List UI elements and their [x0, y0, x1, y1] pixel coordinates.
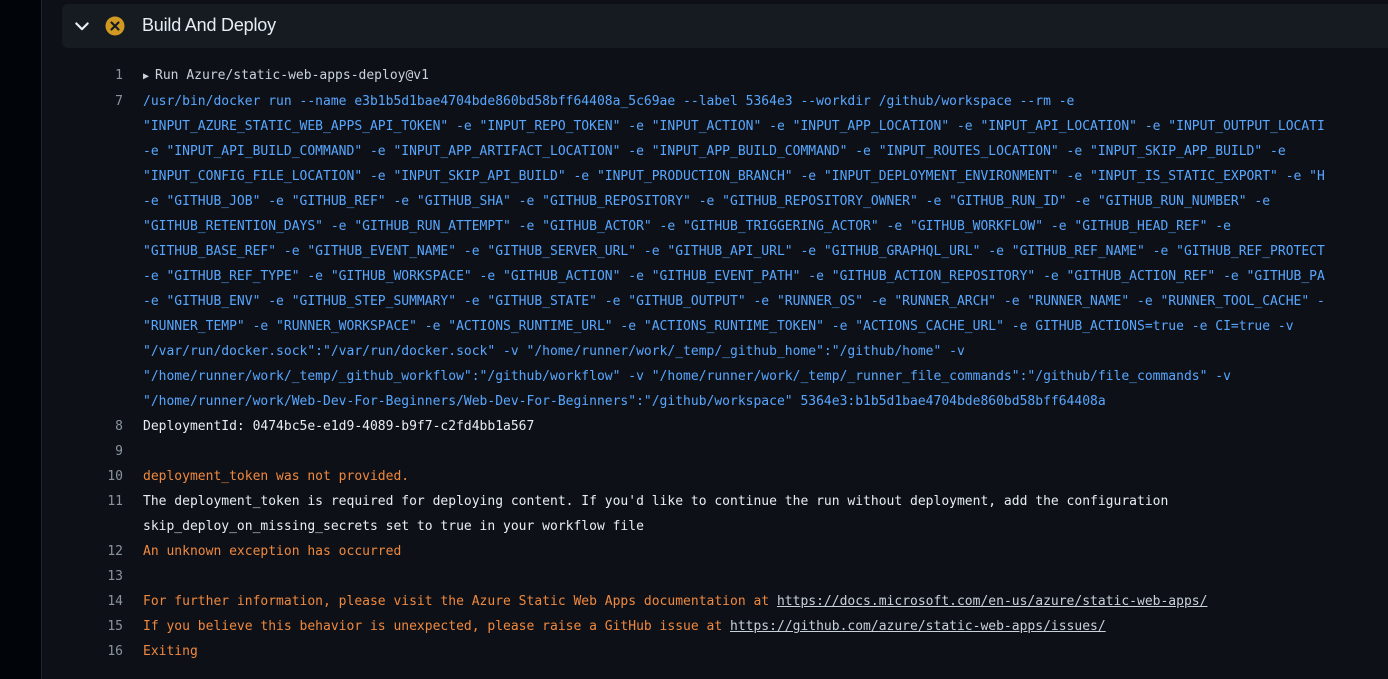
exit-text: Exiting	[143, 644, 198, 659]
docker-command-segment: -e "INPUT_API_BUILD_COMMAND" -e "INPUT_A…	[143, 144, 1286, 159]
docker-command-segment: "GITHUB_RETENTION_DAYS" -e "GITHUB_RUN_A…	[143, 219, 1231, 234]
step-title[interactable]: Build And Deploy	[142, 15, 276, 36]
job-log-panel: Build And Deploy 1 ▶ Run Azure/static-web…	[42, 0, 1388, 679]
log-line: 16 Exiting	[42, 639, 1388, 664]
docker-command-segment: "/var/run/docker.sock":"/var/run/docker.…	[143, 344, 965, 359]
line-number[interactable]: 14	[42, 589, 123, 614]
left-rail	[0, 0, 42, 679]
log-line: 10 deployment_token was not provided.	[42, 464, 1388, 489]
line-number[interactable]: 12	[42, 539, 123, 564]
docker-command-segment: /usr/bin/docker run --name e3b1b5d1bae47…	[143, 94, 1075, 109]
info-text: If you believe this behavior is unexpect…	[143, 614, 1388, 639]
issue-message: If you believe this behavior is unexpect…	[143, 619, 730, 634]
log-line: 9	[42, 439, 1388, 464]
info-text: For further information, please visit th…	[143, 589, 1388, 614]
log-line: 13	[42, 564, 1388, 589]
docker-command-segment: "RUNNER_TEMP" -e "RUNNER_WORKSPACE" -e "…	[143, 319, 1294, 334]
run-step-label: Run Azure/static-web-apps-deploy@v1	[155, 68, 429, 83]
line-number[interactable]: 1	[42, 63, 123, 88]
line-number[interactable]: 13	[42, 564, 123, 589]
deployment-id-text: DeploymentId: 0474bc5e-e1d9-4089-b9f7-c2…	[143, 419, 535, 434]
docker-command-segment: -e "GITHUB_ENV" -e "GITHUB_STEP_SUMMARY"…	[143, 294, 1325, 309]
docker-command-segment: "/home/runner/work/_temp/_github_workflo…	[143, 369, 1231, 384]
log-text: The deployment_token is required for dep…	[143, 494, 1169, 509]
docker-command-segment: "GITHUB_BASE_REF" -e "GITHUB_EVENT_NAME"…	[143, 244, 1325, 259]
line-number[interactable]: 8	[42, 414, 123, 439]
issues-link[interactable]: https://github.com/azure/static-web-apps…	[730, 619, 1106, 634]
log-line: 7 /usr/bin/docker run --name e3b1b5d1bae…	[42, 89, 1388, 414]
line-number[interactable]: 11	[42, 489, 123, 514]
log-line: 14 For further information, please visit…	[42, 589, 1388, 614]
triangle-right-icon[interactable]: ▶	[143, 71, 149, 82]
line-number[interactable]: 10	[42, 464, 123, 489]
chevron-down-icon[interactable]	[72, 16, 92, 36]
docker-command-segment: -e "GITHUB_REF_TYPE" -e "GITHUB_WORKSPAC…	[143, 269, 1325, 284]
log-line: 12 An unknown exception has occurred	[42, 539, 1388, 564]
log-line: 11 The deployment_token is required for …	[42, 489, 1388, 539]
docker-command-segment: "INPUT_CONFIG_FILE_LOCATION" -e "INPUT_S…	[143, 169, 1325, 184]
log-line: 8 DeploymentId: 0474bc5e-e1d9-4089-b9f7-…	[42, 414, 1388, 439]
step-header[interactable]: Build And Deploy	[62, 4, 1388, 48]
log-line: 1 ▶ Run Azure/static-web-apps-deploy@v1	[42, 63, 1388, 89]
line-number[interactable]: 9	[42, 439, 123, 464]
log-line: 15 If you believe this behavior is unexp…	[42, 614, 1388, 639]
warning-text: deployment_token was not provided.	[143, 469, 410, 484]
line-number[interactable]: 15	[42, 614, 123, 639]
failed-status-icon	[105, 16, 125, 36]
docker-command-segment: "INPUT_AZURE_STATIC_WEB_APPS_API_TOKEN" …	[143, 119, 1325, 134]
log-output: 1 ▶ Run Azure/static-web-apps-deploy@v1 7…	[42, 63, 1388, 664]
docs-link[interactable]: https://docs.microsoft.com/en-us/azure/s…	[777, 594, 1207, 609]
log-text[interactable]: ▶ Run Azure/static-web-apps-deploy@v1	[143, 63, 1388, 89]
error-text: An unknown exception has occurred	[143, 544, 402, 559]
info-message: For further information, please visit th…	[143, 594, 777, 609]
line-number[interactable]: 7	[42, 89, 123, 114]
docker-command-segment: -e "GITHUB_JOB" -e "GITHUB_REF" -e "GITH…	[143, 194, 1271, 209]
docker-command-segment: "/home/runner/work/Web-Dev-For-Beginners…	[143, 394, 1106, 409]
line-number[interactable]: 16	[42, 639, 123, 664]
log-text: skip_deploy_on_missing_secrets set to tr…	[143, 519, 644, 534]
